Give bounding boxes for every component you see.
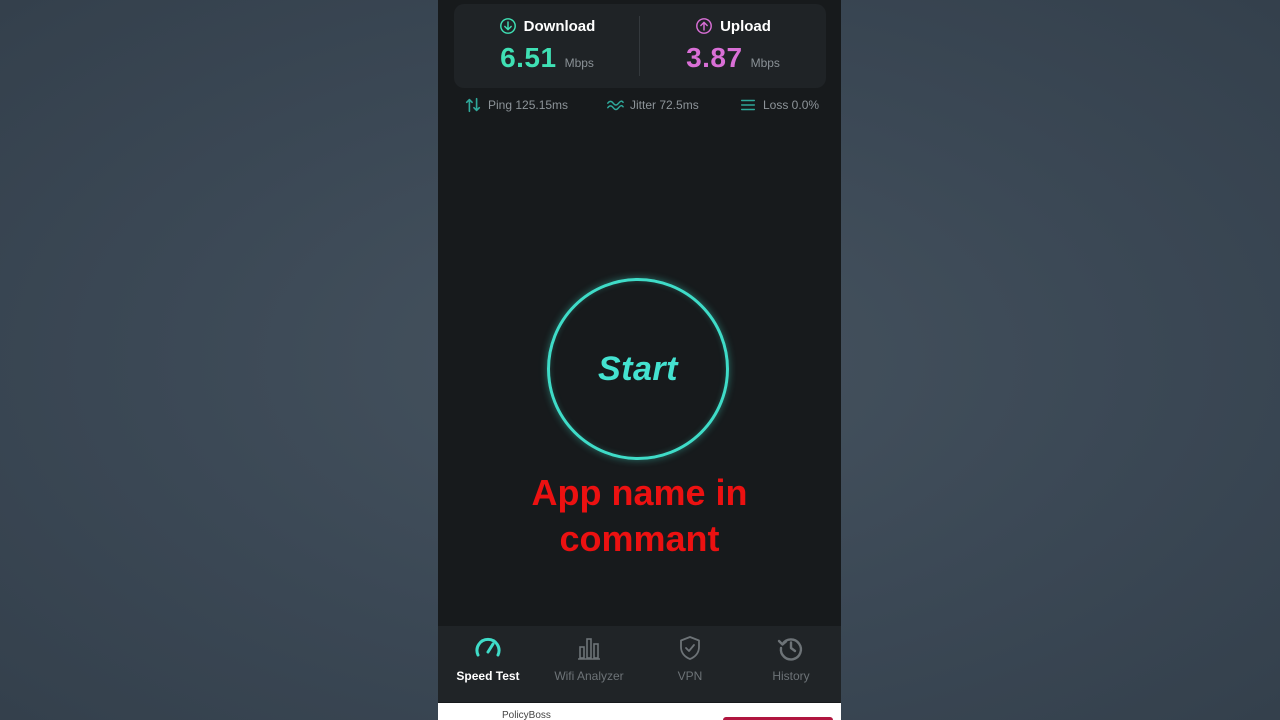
bottom-navigation: Speed Test Wifi Analyzer VPN History — [438, 626, 841, 702]
phone-screen: Download 6.51 Mbps Upload 3.87 Mbps Ping… — [438, 0, 841, 720]
ping-arrows-icon — [465, 97, 481, 113]
network-stats-row: Ping 125.15ms Jitter 72.5ms Loss 0.0% — [438, 96, 841, 118]
upload-panel: Upload 3.87 Mbps — [640, 4, 826, 88]
nav-wifi-analyzer[interactable]: Wifi Analyzer — [539, 626, 639, 702]
overlay-caption: App name in commant — [531, 472, 748, 559]
arrow-up-circle-icon — [696, 18, 712, 34]
nav-history[interactable]: History — [741, 626, 841, 702]
download-unit: Mbps — [564, 56, 594, 70]
bar-chart-icon — [578, 638, 600, 660]
upload-label: Upload — [720, 17, 771, 35]
ad-label: PolicyBoss — [502, 710, 551, 720]
speedometer-icon — [475, 637, 501, 657]
upload-unit: Mbps — [750, 56, 780, 70]
history-clock-icon — [777, 638, 803, 661]
loss-stat: Loss 0.0% — [739, 96, 819, 114]
list-lines-icon — [740, 99, 756, 111]
arrow-down-circle-icon — [499, 18, 516, 34]
speed-results-card: Download 6.51 Mbps Upload 3.87 Mbps — [454, 4, 826, 88]
jitter-stat: Jitter 72.5ms — [606, 96, 699, 114]
nav-speed-test[interactable]: Speed Test — [438, 626, 538, 702]
download-panel: Download 6.51 Mbps — [454, 4, 640, 88]
wave-icon — [607, 100, 624, 111]
download-value: 6.51 — [500, 42, 557, 73]
shield-check-icon — [680, 636, 700, 660]
nav-vpn[interactable]: VPN — [640, 626, 740, 702]
start-label: Start — [598, 349, 678, 388]
ping-stat: Ping 125.15ms — [464, 96, 568, 114]
upload-value: 3.87 — [686, 42, 743, 73]
ad-banner[interactable]: PolicyBoss — [438, 703, 841, 720]
start-button[interactable]: Start — [547, 278, 729, 460]
download-label: Download — [523, 17, 596, 35]
